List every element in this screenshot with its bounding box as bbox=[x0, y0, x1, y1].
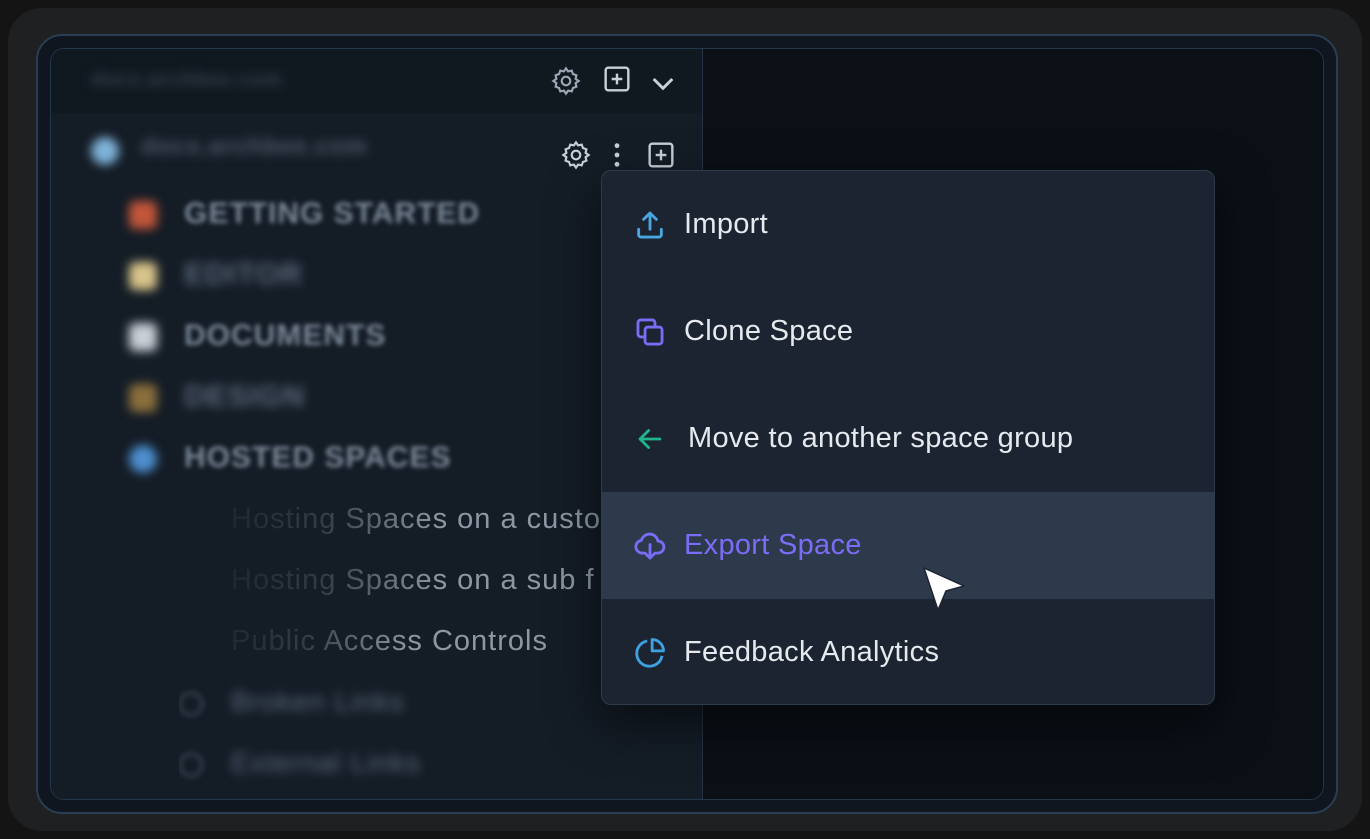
tree-item-label: HOSTED SPACES bbox=[184, 441, 452, 474]
arrow-left-icon bbox=[632, 421, 668, 457]
note-icon bbox=[129, 262, 157, 290]
space-settings-gear-icon[interactable] bbox=[556, 135, 596, 175]
menu-item-export-space[interactable]: Export Space bbox=[602, 492, 1214, 599]
cloud-download-icon bbox=[632, 528, 668, 564]
org-name: docs.archbee.com bbox=[91, 69, 283, 91]
page-circle-icon bbox=[179, 692, 203, 716]
tree-item-label: GETTING STARTED bbox=[184, 197, 481, 230]
space-name: docs.archbee.com bbox=[141, 133, 368, 160]
tree-item-label: DOCUMENTS bbox=[184, 319, 387, 352]
add-space-icon[interactable] bbox=[597, 59, 637, 99]
menu-item-feedback-analytics[interactable]: Feedback Analytics bbox=[602, 599, 1214, 704]
sub-tree-item[interactable]: Public Access Controls bbox=[179, 623, 649, 663]
sidebar-header: docs.archbee.com bbox=[51, 49, 702, 113]
tree-item[interactable]: GETTING STARTED bbox=[129, 195, 649, 235]
menu-item-label: Feedback Analytics bbox=[684, 636, 940, 668]
more-vertical-icon[interactable] bbox=[597, 135, 637, 175]
sub-tree-item[interactable]: Hosting Spaces on a sub f bbox=[179, 562, 649, 602]
space-options-menu: Import Clone Space Move to another space… bbox=[601, 170, 1215, 705]
menu-item-import[interactable]: Import bbox=[602, 171, 1214, 278]
menu-item-label: Clone Space bbox=[684, 315, 854, 347]
page-icon bbox=[129, 323, 157, 351]
tree-item-label: EDITOR bbox=[184, 258, 303, 291]
menu-item-label: Import bbox=[684, 208, 768, 240]
tree-item[interactable]: DOCUMENTS bbox=[129, 317, 649, 357]
pie-chart-icon bbox=[632, 635, 668, 671]
menu-item-label: Move to another space group bbox=[688, 422, 1074, 454]
sub-tree-item[interactable]: Broken Links bbox=[179, 684, 649, 724]
upload-icon bbox=[632, 207, 668, 243]
tree-item-label: DESIGN bbox=[184, 380, 306, 413]
chevron-down-icon[interactable] bbox=[643, 63, 683, 103]
sub-tree-item[interactable]: Hosting Spaces on a custo bbox=[179, 501, 649, 541]
settings-gear-icon[interactable] bbox=[546, 61, 586, 101]
menu-item-clone-space[interactable]: Clone Space bbox=[602, 278, 1214, 385]
globe-icon bbox=[129, 445, 157, 473]
add-page-icon[interactable] bbox=[641, 135, 681, 175]
page-circle-icon bbox=[179, 753, 203, 777]
space-avatar-icon bbox=[91, 137, 119, 165]
rocket-icon bbox=[129, 201, 157, 229]
menu-item-move-space-group[interactable]: Move to another space group bbox=[602, 385, 1214, 492]
menu-item-label: Export Space bbox=[684, 529, 862, 561]
sub-tree-item-label: External Links bbox=[231, 747, 421, 778]
paint-icon bbox=[129, 384, 157, 412]
clone-icon bbox=[632, 314, 668, 350]
mouse-pointer-icon bbox=[923, 567, 965, 611]
tree-item[interactable]: DESIGN bbox=[129, 378, 649, 418]
tree-item[interactable]: HOSTED SPACES bbox=[129, 439, 649, 479]
sub-tree-item-label: Broken Links bbox=[231, 686, 405, 717]
sub-tree-item[interactable]: External Links bbox=[179, 745, 649, 785]
tree-item[interactable]: EDITOR bbox=[129, 256, 649, 296]
